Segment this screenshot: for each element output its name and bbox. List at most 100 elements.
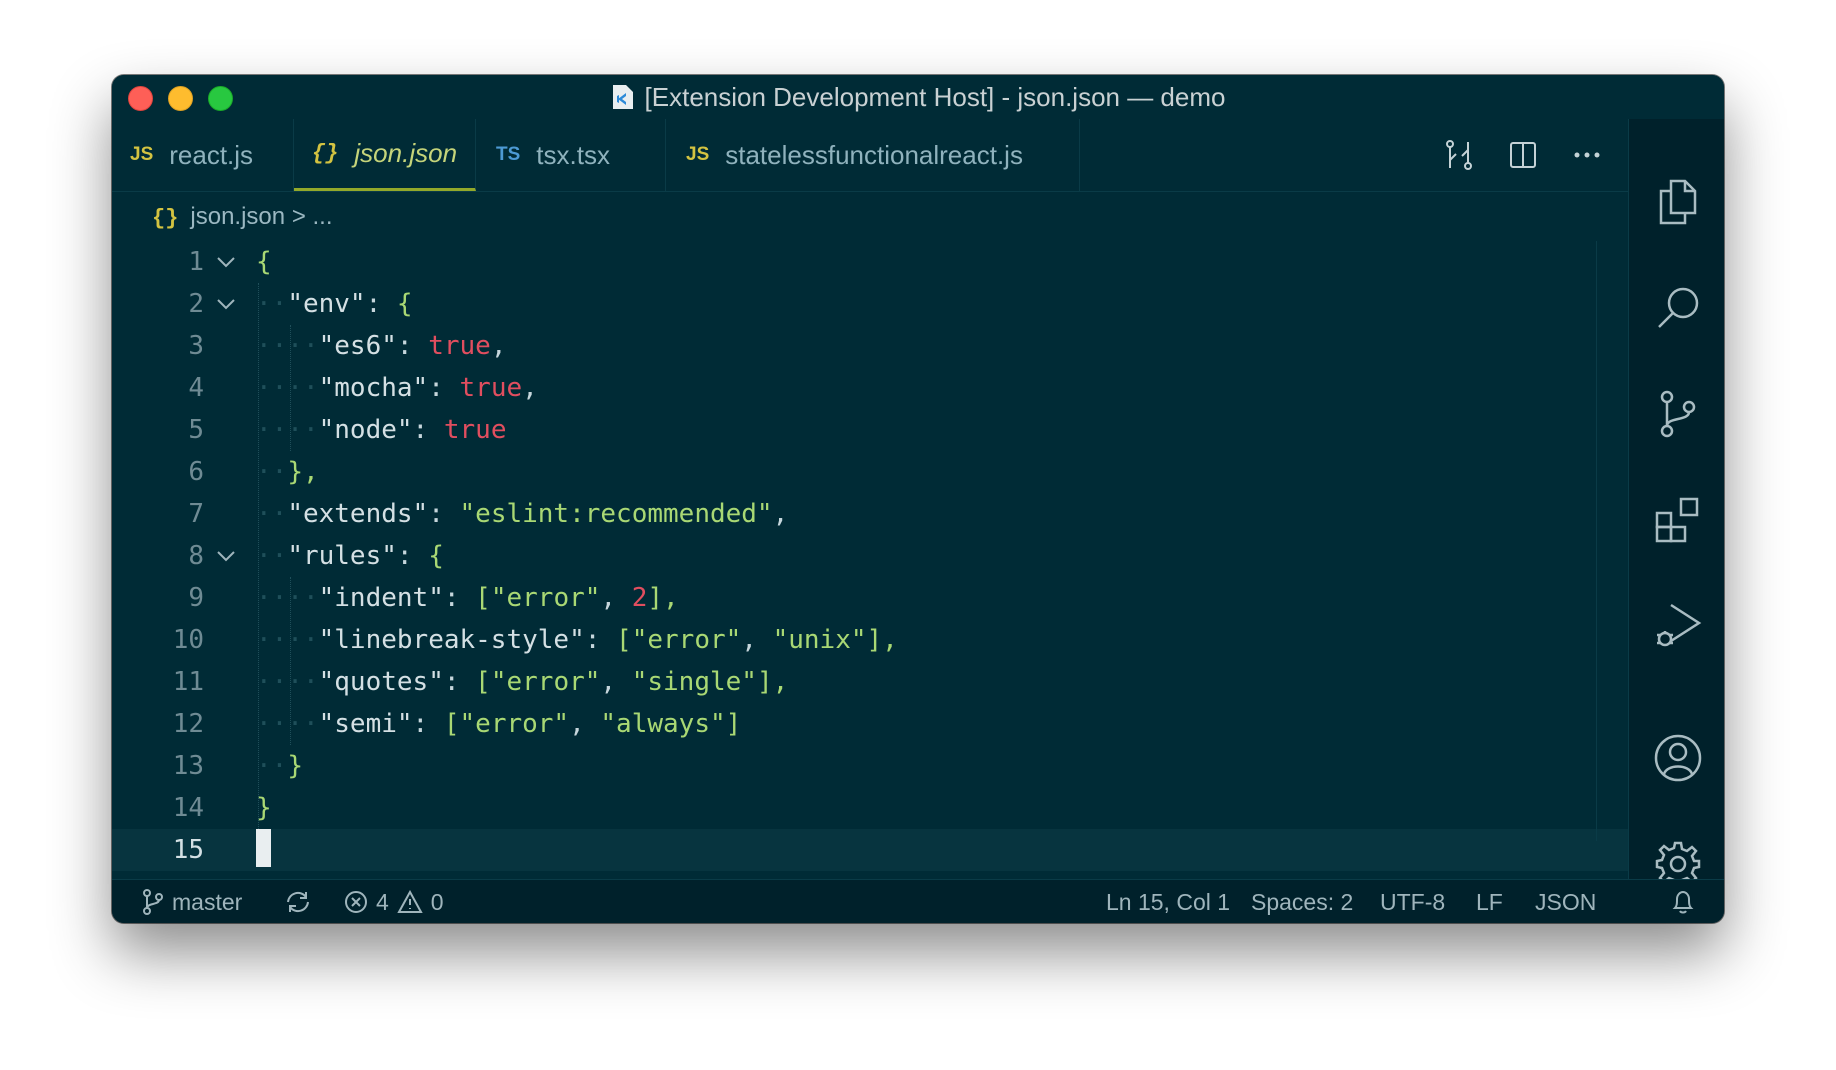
cursor-position[interactable]: Ln 15, Col 1 (1106, 880, 1230, 923)
comma: , (490, 331, 507, 361)
colon: : (396, 541, 429, 571)
run-debug-icon[interactable] (1653, 601, 1703, 651)
editor-window: [Extension Development Host] - json.json… (112, 75, 1724, 923)
code-editor[interactable]: 1 { 2 ··"env": { 3 ····"es6": true, 4 ··… (112, 241, 1628, 871)
accounts-icon[interactable] (1653, 733, 1703, 783)
colon: : (412, 415, 444, 445)
tab-label: react.js (169, 139, 254, 170)
json-string: "error" (631, 625, 742, 655)
open-changes-button[interactable] (1442, 138, 1476, 172)
line-number: 14 (172, 793, 204, 823)
title-bar: [Extension Development Host] - json.json… (112, 75, 1724, 120)
more-actions-button[interactable] (1570, 138, 1604, 172)
window-title: [Extension Development Host] - json.json… (644, 82, 1226, 112)
line-number: 6 (188, 457, 204, 487)
line-number: 13 (172, 751, 204, 781)
text-cursor (256, 829, 271, 867)
json-key: "env" (287, 289, 366, 319)
bracket: [ (443, 709, 460, 739)
fold-chevron-down-icon[interactable] (214, 535, 238, 577)
brace: }, (287, 457, 319, 487)
json-string: "error" (490, 667, 601, 697)
line-number: 10 (172, 625, 204, 655)
code-line: 6 ··}, (112, 451, 1628, 493)
line-number: 8 (188, 541, 204, 571)
code-line: 3 ····"es6": true, (112, 325, 1628, 367)
breadcrumb-file[interactable]: json.json (190, 203, 285, 230)
encoding-selector[interactable]: UTF-8 (1380, 880, 1445, 923)
json-key: "mocha" (318, 373, 429, 403)
json-string: "single" (631, 667, 757, 697)
vscode-file-icon (612, 85, 633, 109)
json-key: "linebreak-style" (318, 625, 585, 655)
tab-json-json[interactable]: {} json.json (294, 119, 476, 191)
cursor-position-label: Ln 15, Col 1 (1106, 889, 1231, 915)
line-number: 15 (172, 835, 204, 865)
problems-indicator[interactable]: 4 0 (344, 880, 444, 923)
warning-icon (397, 890, 423, 913)
bracket: [ (616, 625, 632, 655)
explorer-icon[interactable] (1653, 177, 1703, 227)
colon: : (428, 373, 460, 403)
fold-chevron-down-icon[interactable] (214, 283, 238, 325)
editor-scrollbar[interactable] (1596, 241, 1597, 841)
bracket: [ (475, 583, 491, 613)
breadcrumb: {} json.json > ... (152, 195, 333, 239)
json-key: "quotes" (318, 667, 444, 697)
bracket: [ (475, 667, 491, 697)
code-line: 13 ··} (112, 745, 1628, 787)
sync-icon (287, 891, 309, 913)
json-string: "eslint:recommended" (459, 499, 773, 529)
comma: , (741, 625, 773, 655)
eol-selector[interactable]: LF (1476, 880, 1503, 923)
breadcrumb-separator: > (291, 203, 306, 230)
bell-icon (1672, 890, 1694, 914)
brace: { (428, 541, 444, 571)
json-number: 2 (631, 583, 648, 613)
json-file-icon: {} (152, 206, 179, 231)
more-actions-icon (1574, 152, 1600, 158)
current-code-line: 15 (112, 829, 1628, 871)
split-editor-button[interactable] (1506, 138, 1540, 172)
search-icon[interactable] (1653, 283, 1703, 333)
code-line: 2 ··"env": { (112, 283, 1628, 325)
code-line: 12 ····"semi": ["error", "always"] (112, 703, 1628, 745)
code-line: 10 ····"linebreak-style": ["error", "uni… (112, 619, 1628, 661)
line-number: 7 (188, 499, 204, 529)
source-control-icon[interactable] (1653, 389, 1703, 439)
bracket: ], (866, 625, 898, 655)
eol-label: LF (1476, 889, 1503, 915)
error-count: 4 (376, 889, 389, 915)
tab-tsx-tsx[interactable]: TS tsx.tsx (476, 119, 666, 191)
branch-indicator[interactable]: master (142, 880, 242, 923)
colon: : (396, 331, 429, 361)
tab-statelessfunctionalreact-js[interactable]: JS statelessfunctionalreact.js (666, 119, 1080, 191)
indentation-label: Spaces: 2 (1251, 889, 1354, 915)
notifications-button[interactable] (1672, 880, 1694, 923)
ts-file-icon: TS (496, 144, 521, 165)
json-file-icon: {} (312, 141, 339, 166)
breadcrumb-symbols[interactable]: ... (313, 203, 333, 230)
bracket: ], (756, 667, 789, 697)
split-editor-icon (1510, 142, 1536, 168)
code-line: 11 ····"quotes": ["error", "single"], (112, 661, 1628, 703)
indentation-selector[interactable]: Spaces: 2 (1251, 880, 1353, 923)
json-key: "node" (318, 415, 413, 445)
json-string: "unix" (772, 625, 867, 655)
json-key: "es6" (318, 331, 397, 361)
sync-button[interactable] (284, 880, 312, 923)
colon: : (412, 709, 444, 739)
brace: { (256, 247, 272, 277)
json-key: "indent" (318, 583, 444, 613)
json-boolean: true (428, 331, 491, 361)
comma: , (522, 373, 538, 403)
code-line: 1 { (112, 241, 1628, 283)
language-mode-selector[interactable]: JSON (1535, 880, 1596, 923)
js-file-icon: JS (130, 144, 154, 165)
fold-chevron-down-icon[interactable] (214, 241, 238, 283)
code-line: 14 } (112, 787, 1628, 829)
extensions-icon[interactable] (1653, 495, 1703, 545)
line-number: 11 (172, 667, 204, 697)
tab-label: json.json (354, 138, 458, 168)
tab-react-js[interactable]: JS react.js (112, 119, 294, 191)
